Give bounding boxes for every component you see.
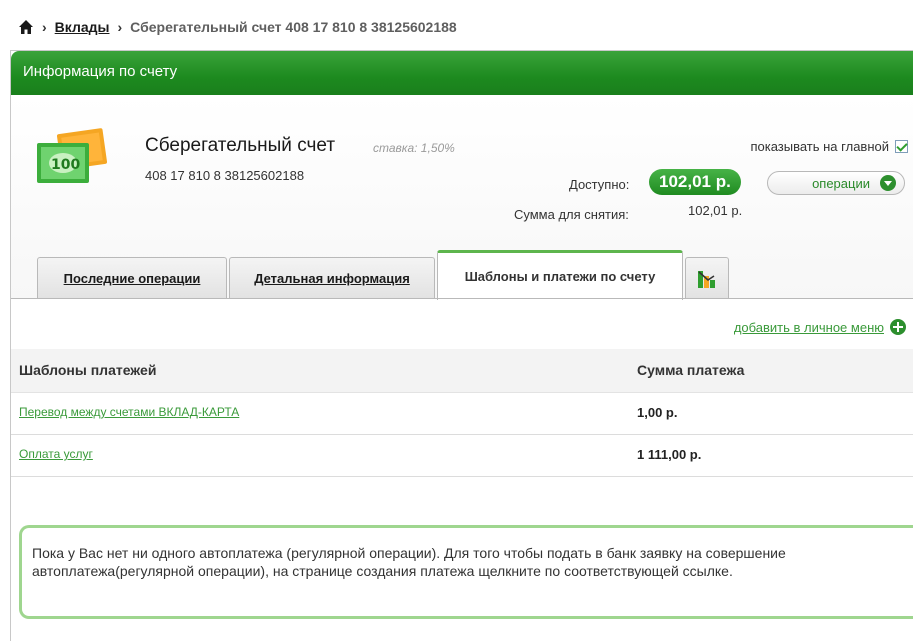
tab-recent-operations[interactable]: Последние операции	[37, 257, 227, 299]
tab-chart[interactable]	[685, 257, 729, 299]
account-number: 408 17 810 8 38125602188	[145, 168, 305, 183]
account-info-panel: Информация по счету 100 Сберегательный с…	[10, 50, 913, 641]
template-link[interactable]: Оплата услуг	[19, 447, 93, 461]
withdraw-value: 102,01 р.	[688, 203, 743, 218]
panel-header: Информация по счету	[11, 51, 913, 95]
chart-icon	[698, 270, 715, 288]
add-to-menu-label: добавить в личное меню	[733, 319, 884, 335]
breadcrumb: › Вклады › Сберегательный счет 408 17 81…	[18, 16, 457, 38]
panel-title: Информация по счету	[23, 63, 178, 80]
show-on-main-checkbox[interactable]	[895, 140, 908, 153]
operations-button-label: операции	[812, 175, 870, 191]
money-icon: 100	[37, 128, 108, 183]
add-to-personal-menu-link[interactable]: добавить в личное меню	[734, 319, 906, 335]
column-header-templates: Шаблоны платежей	[19, 362, 157, 378]
tab-divider	[11, 298, 913, 299]
available-label: Доступно:	[569, 177, 630, 192]
breadcrumb-link-deposits[interactable]: Вклады	[55, 19, 110, 35]
account-name: Сберегательный счет	[145, 135, 336, 156]
chevron-right-icon: ›	[42, 19, 47, 35]
withdraw-label: Сумма для снятия:	[514, 207, 629, 222]
svg-text:100: 100	[51, 157, 80, 173]
home-icon[interactable]	[18, 19, 34, 35]
available-balance-badge: 102,01 р.	[649, 169, 741, 195]
template-link[interactable]: Перевод между счетами ВКЛАД-КАРТА	[19, 405, 239, 419]
autopayment-info-text: Пока у Вас нет ни одного автоплатежа (ре…	[32, 545, 786, 579]
table-row: Перевод между счетами ВКЛАД-КАРТА 1,00 р…	[11, 393, 913, 435]
chevron-down-icon	[880, 175, 896, 191]
column-header-amount: Сумма платежа	[637, 362, 745, 378]
table-row: Оплата услуг 1 111,00 р.	[11, 435, 913, 477]
tab-detailed-info[interactable]: Детальная информация	[229, 257, 435, 299]
operations-button[interactable]: операции	[767, 171, 905, 195]
template-amount: 1 111,00 р.	[637, 447, 702, 462]
templates-table-header: Шаблоны платежей Сумма платежа	[11, 349, 913, 393]
autopayment-info-box: Пока у Вас нет ни одного автоплатежа (ре…	[19, 525, 913, 619]
plus-icon	[890, 319, 906, 335]
template-amount: 1,00 р.	[637, 405, 678, 420]
tab-bar: Последние операции Детальная информация …	[37, 247, 731, 300]
show-on-main-toggle[interactable]: показывать на главной	[750, 139, 908, 154]
breadcrumb-current: Сберегательный счет 408 17 810 8 3812560…	[130, 19, 457, 35]
account-rate: ставка: 1,50%	[373, 141, 455, 155]
tab-templates-payments[interactable]: Шаблоны и платежи по счету	[437, 250, 683, 300]
show-on-main-label: показывать на главной	[750, 139, 889, 154]
chevron-right-icon: ›	[117, 19, 123, 35]
